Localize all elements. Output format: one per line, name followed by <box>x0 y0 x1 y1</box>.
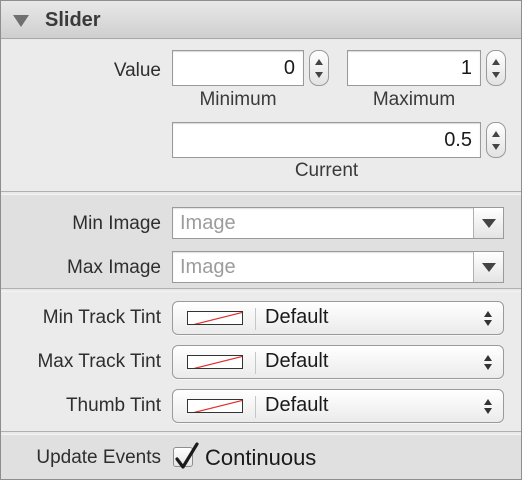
update-events-label: Update Events <box>36 447 161 468</box>
tint-section: Min Track Tint Default Max Track Tint De… <box>1 291 521 432</box>
events-section: Update Events Continuous <box>1 434 521 479</box>
max-image-dropdown-button[interactable] <box>473 252 503 282</box>
popup-divider <box>255 352 256 374</box>
thumb-tint-label: Thumb Tint <box>65 395 161 416</box>
max-track-tint-popup[interactable]: Default <box>172 345 504 379</box>
up-down-arrows-icon <box>483 354 493 372</box>
min-track-tint-value: Default <box>265 306 329 328</box>
min-image-label: Min Image <box>72 213 161 234</box>
checkmark-icon <box>175 442 199 469</box>
maximum-stepper[interactable] <box>486 50 506 86</box>
maximum-value-field[interactable]: 1 <box>347 50 481 86</box>
min-track-tint-label: Min Track Tint <box>42 307 161 328</box>
slider-inspector-panel: Slider Value 0 Minimum 1 Maximum 0.5 Cur… <box>0 0 522 480</box>
minimum-stepper[interactable] <box>309 50 329 86</box>
min-image-dropdown-button[interactable] <box>473 208 503 238</box>
value-section: Value 0 Minimum 1 Maximum 0.5 Current <box>1 40 521 192</box>
stepper-down-icon[interactable] <box>315 72 323 78</box>
chevron-down-icon <box>482 219 496 228</box>
minimum-value-field[interactable]: 0 <box>172 50 304 86</box>
max-image-combo[interactable]: Image <box>172 251 504 283</box>
current-stepper[interactable] <box>486 122 506 158</box>
section-header[interactable]: Slider <box>1 1 521 39</box>
chevron-down-icon <box>482 263 496 272</box>
no-color-swatch-icon <box>187 311 243 325</box>
stepper-down-icon[interactable] <box>492 72 500 78</box>
thumb-tint-popup[interactable]: Default <box>172 389 504 423</box>
disclosure-triangle-icon[interactable] <box>13 15 29 27</box>
min-image-input[interactable]: Image <box>180 212 236 235</box>
max-image-input[interactable]: Image <box>180 256 236 279</box>
popup-divider <box>255 308 256 330</box>
popup-divider <box>255 396 256 418</box>
up-down-arrows-icon <box>483 398 493 416</box>
min-image-combo[interactable]: Image <box>172 207 504 239</box>
current-label: Current <box>294 160 359 181</box>
stepper-up-icon[interactable] <box>492 131 500 137</box>
max-image-label: Max Image <box>67 257 161 278</box>
no-color-swatch-icon <box>187 355 243 369</box>
section-title: Slider <box>45 9 101 31</box>
continuous-label[interactable]: Continuous <box>205 445 316 471</box>
no-color-swatch-icon <box>187 399 243 413</box>
thumb-tint-value: Default <box>265 394 329 416</box>
images-section: Min Image Image Max Image Image <box>1 194 521 289</box>
stepper-up-icon[interactable] <box>315 59 323 65</box>
maximum-label: Maximum <box>372 89 456 110</box>
current-value-field[interactable]: 0.5 <box>172 122 481 158</box>
continuous-checkbox[interactable] <box>173 442 199 469</box>
max-track-tint-value: Default <box>265 350 329 372</box>
minimum-label: Minimum <box>199 89 277 110</box>
value-label: Value <box>113 60 161 81</box>
stepper-up-icon[interactable] <box>492 59 500 65</box>
stepper-down-icon[interactable] <box>492 144 500 150</box>
up-down-arrows-icon <box>483 310 493 328</box>
min-track-tint-popup[interactable]: Default <box>172 301 504 335</box>
max-track-tint-label: Max Track Tint <box>37 351 161 372</box>
